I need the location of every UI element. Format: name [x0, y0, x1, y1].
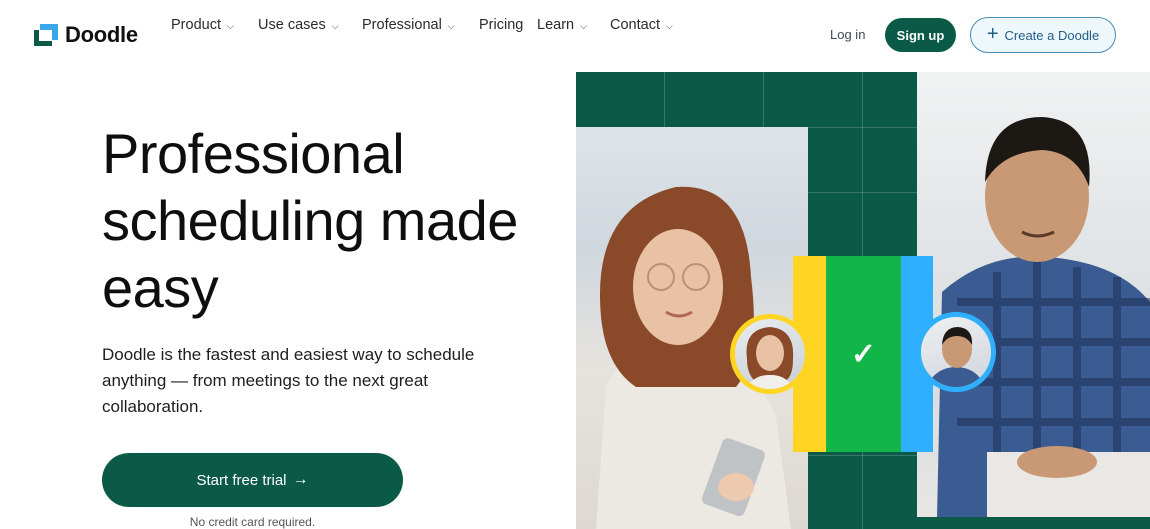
top-navigation: Doodle Product ⌵ Use cases ⌵ Professiona… [0, 0, 1150, 70]
logo-text: Doodle [65, 22, 138, 47]
nav-item-professional[interactable]: Professional ⌵ [362, 17, 455, 33]
green-grid-bottom [808, 517, 1150, 529]
signup-label: Sign up [896, 27, 945, 43]
no-credit-card-note: No credit card required. [189, 515, 316, 529]
nav-item-label: Product [171, 17, 221, 33]
green-bar: ✓ [826, 256, 901, 452]
chevron-down-icon: ⌵ [665, 20, 673, 31]
create-doodle-button[interactable]: + Create a Doodle [970, 17, 1116, 53]
hero-illustration: ✓ [576, 72, 1150, 529]
chevron-down-icon: ⌵ [226, 20, 234, 31]
cta-label: Start free trial [196, 471, 287, 489]
plus-icon: + [986, 23, 999, 45]
create-doodle-label: Create a Doodle [1004, 27, 1100, 43]
nav-item-use-cases[interactable]: Use cases ⌵ [258, 17, 339, 33]
hero-headline: Professional scheduling made easy [102, 122, 518, 319]
grid-line [808, 455, 917, 456]
grid-line [808, 192, 917, 193]
man-figure [937, 117, 1150, 517]
avatar-man [916, 312, 996, 392]
chevron-down-icon: ⌵ [331, 20, 339, 31]
doodle-logo[interactable]: Doodle [34, 22, 138, 48]
grid-line [664, 72, 665, 127]
woman-avatar-figure [745, 327, 795, 389]
man-photo [917, 72, 1150, 517]
chevron-down-icon: ⌵ [447, 20, 455, 31]
nav-item-label: Learn [537, 17, 575, 33]
checkmark-icon: ✓ [850, 337, 877, 371]
nav-item-label: Use cases [258, 17, 326, 33]
nav-item-label: Contact [610, 17, 660, 33]
grid-line [763, 72, 764, 127]
nav-item-contact[interactable]: Contact ⌵ [610, 17, 673, 33]
chevron-down-icon: ⌵ [580, 20, 587, 31]
start-free-trial-button[interactable]: Start free trial → [102, 453, 403, 507]
nav-item-learn[interactable]: Learn ⌵ [537, 17, 587, 33]
avatar-woman [730, 314, 810, 394]
nav-item-label: Professional [362, 17, 442, 33]
man-avatar-figure [926, 327, 986, 387]
arrow-right-icon: → [292, 471, 309, 488]
hero-subtext: Doodle is the fastest and easiest way to… [102, 345, 475, 416]
nav-item-product[interactable]: Product ⌵ [171, 17, 234, 33]
login-link[interactable]: Log in [830, 27, 865, 42]
doodle-logo-icon [34, 24, 58, 46]
signup-button[interactable]: Sign up [885, 18, 956, 52]
nav-item-label: Pricing [479, 17, 524, 33]
nav-item-pricing[interactable]: Pricing [479, 17, 523, 33]
